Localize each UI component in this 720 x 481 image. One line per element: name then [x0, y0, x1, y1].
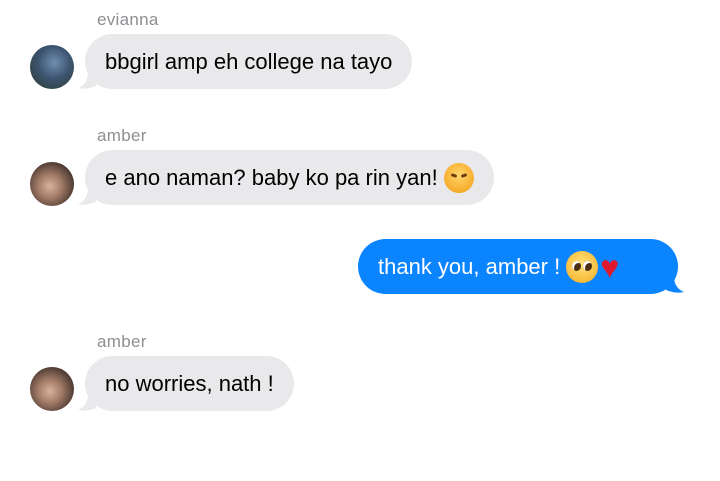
- message-text: thank you, amber !: [378, 253, 561, 279]
- sender-name: evianna: [97, 10, 159, 29]
- message-bubble[interactable]: e ano naman? baby ko pa rin yan!: [85, 150, 494, 205]
- pleading-face-icon: [566, 250, 599, 283]
- sender-name: amber: [97, 332, 147, 351]
- message-text: no worries, nath !: [105, 370, 274, 396]
- amber-avatar[interactable]: [30, 367, 74, 411]
- amber-avatar[interactable]: [30, 162, 74, 206]
- red-heart-icon: ♥: [600, 248, 620, 285]
- message-bubble[interactable]: no worries, nath !: [85, 356, 294, 411]
- angry-face-icon: [443, 162, 474, 193]
- message-text: e ano naman? baby ko pa rin yan!: [105, 164, 438, 190]
- message-bubble[interactable]: bbgirl amp eh college na tayo: [85, 34, 413, 89]
- sender-name: amber: [97, 126, 147, 145]
- message-text: bbgirl amp eh college na tayo: [105, 48, 393, 74]
- message-bubble[interactable]: thank you, amber ! ♥: [358, 239, 678, 294]
- evianna-avatar[interactable]: [30, 45, 74, 89]
